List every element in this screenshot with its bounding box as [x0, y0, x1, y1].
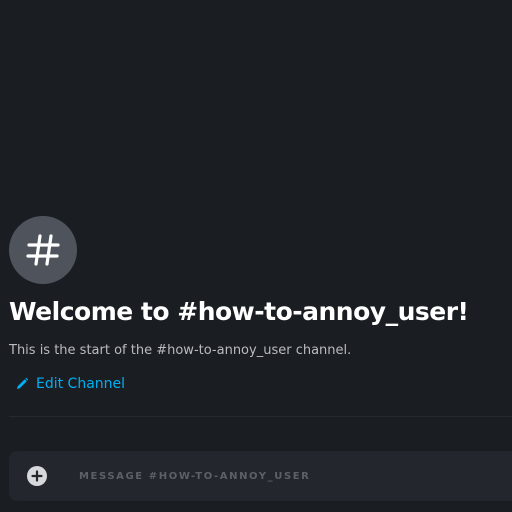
plus-circle-icon: [31, 470, 43, 482]
message-composer: [9, 451, 512, 501]
divider: [9, 416, 512, 417]
channel-view: Welcome to #how-to-annoy_user! This is t…: [0, 0, 512, 512]
add-attachment-button[interactable]: [27, 466, 47, 486]
pencil-icon: [17, 377, 29, 389]
welcome-title: Welcome to #how-to-annoy_user!: [9, 297, 469, 326]
message-input[interactable]: [79, 451, 499, 501]
edit-channel-label: Edit Channel: [36, 376, 126, 392]
channel-hash-avatar: [9, 216, 77, 284]
edit-channel-button[interactable]: Edit Channel: [15, 373, 125, 395]
welcome-subtitle: This is the start of the #how-to-annoy_u…: [9, 343, 352, 358]
hash-icon: [26, 234, 60, 266]
